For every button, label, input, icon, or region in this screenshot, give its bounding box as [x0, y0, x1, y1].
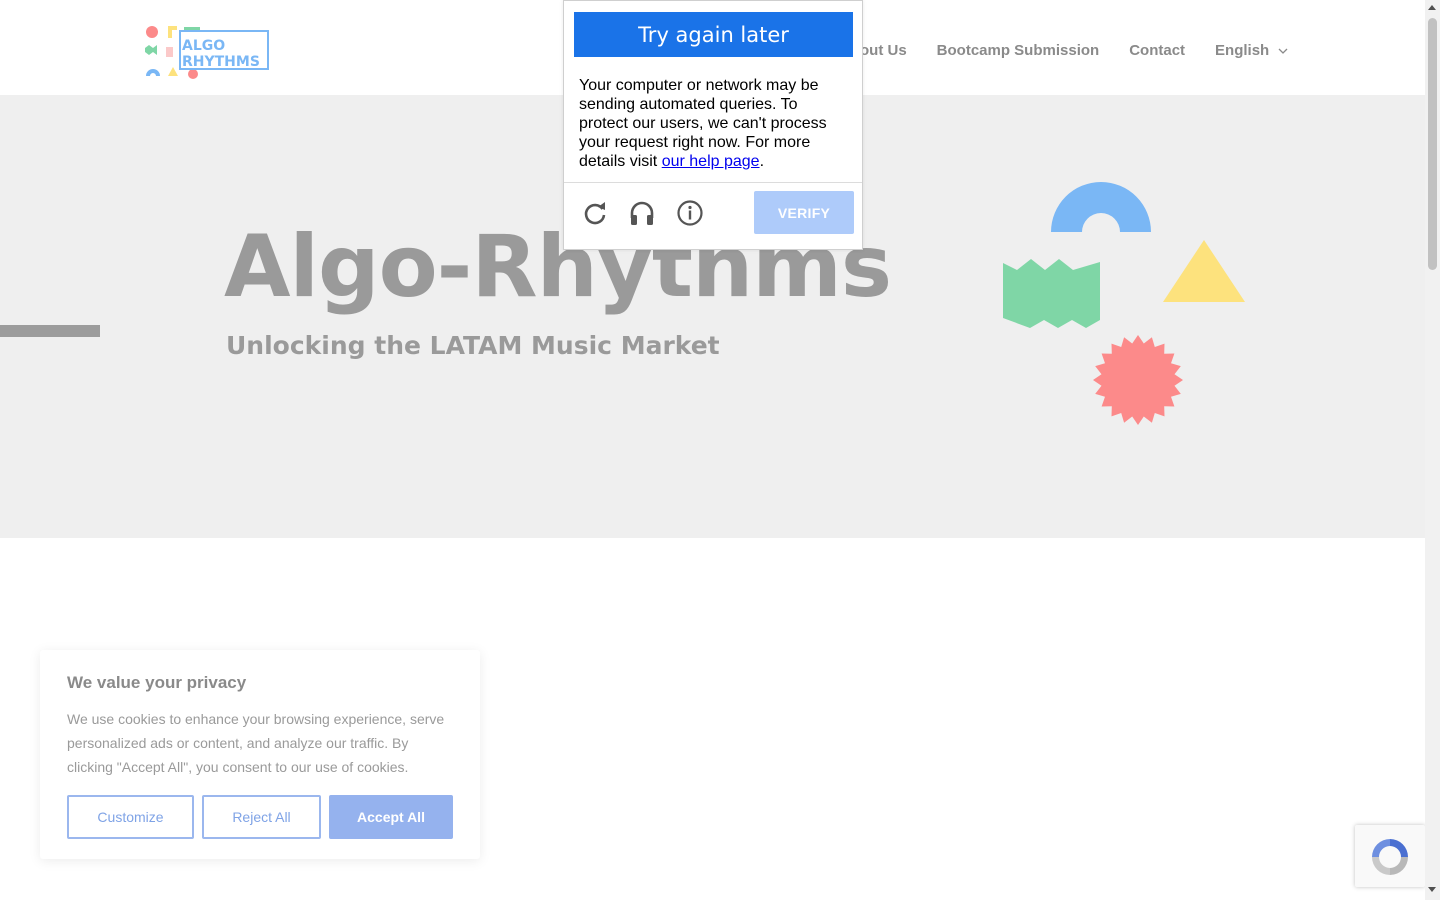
triangle-shape: [1163, 240, 1245, 302]
scroll-thumb[interactable]: [1428, 18, 1437, 270]
captcha-popup: Try again later Your computer or network…: [563, 0, 863, 250]
algo-rhythms-logo[interactable]: ALGO RHYTHMS: [142, 22, 270, 80]
arc-shape: [1051, 182, 1151, 232]
captcha-divider: [564, 182, 862, 183]
cookie-consent-banner: We value your privacy We use cookies to …: [40, 650, 480, 859]
language-label: English: [1215, 42, 1270, 59]
nav-contact[interactable]: Contact: [1129, 42, 1185, 59]
hero-subtitle: Unlocking the LATAM Music Market: [226, 331, 720, 360]
captcha-message-end: .: [759, 153, 765, 170]
decorative-shapes: [1003, 182, 1245, 425]
cookie-title: We value your privacy: [67, 673, 247, 692]
recaptcha-icon: [1372, 839, 1408, 875]
language-selector[interactable]: English: [1215, 42, 1288, 59]
main-nav: About Us Bootcamp Submission Contact Eng…: [840, 42, 1288, 59]
customize-button[interactable]: Customize: [67, 795, 194, 839]
reject-all-button[interactable]: Reject All: [202, 795, 321, 839]
page-scrollbar[interactable]: [1425, 0, 1440, 900]
verify-button[interactable]: VERIFY: [754, 191, 854, 234]
captcha-heading: Try again later: [574, 12, 853, 57]
hero-divider: [0, 325, 100, 337]
reload-icon[interactable]: [581, 199, 609, 227]
wave-shape: [1003, 259, 1100, 328]
recaptcha-badge[interactable]: [1355, 825, 1425, 887]
captcha-message: Your computer or network may be sending …: [579, 76, 849, 171]
nav-bootcamp-submission[interactable]: Bootcamp Submission: [937, 42, 1100, 59]
star-shape: [1093, 335, 1183, 425]
accept-all-button[interactable]: Accept All: [329, 795, 453, 839]
headphones-icon[interactable]: [628, 199, 656, 227]
scroll-down-arrow-icon[interactable]: [1428, 887, 1436, 892]
cookie-text: We use cookies to enhance your browsing …: [67, 711, 445, 775]
info-icon[interactable]: [676, 199, 704, 227]
svg-text:ALGO: ALGO: [182, 38, 225, 54]
svg-text:RHYTHMS: RHYTHMS: [182, 54, 260, 70]
chevron-down-icon: [1278, 48, 1288, 54]
help-page-link[interactable]: our help page: [662, 153, 760, 170]
scroll-up-arrow-icon[interactable]: [1428, 5, 1436, 10]
